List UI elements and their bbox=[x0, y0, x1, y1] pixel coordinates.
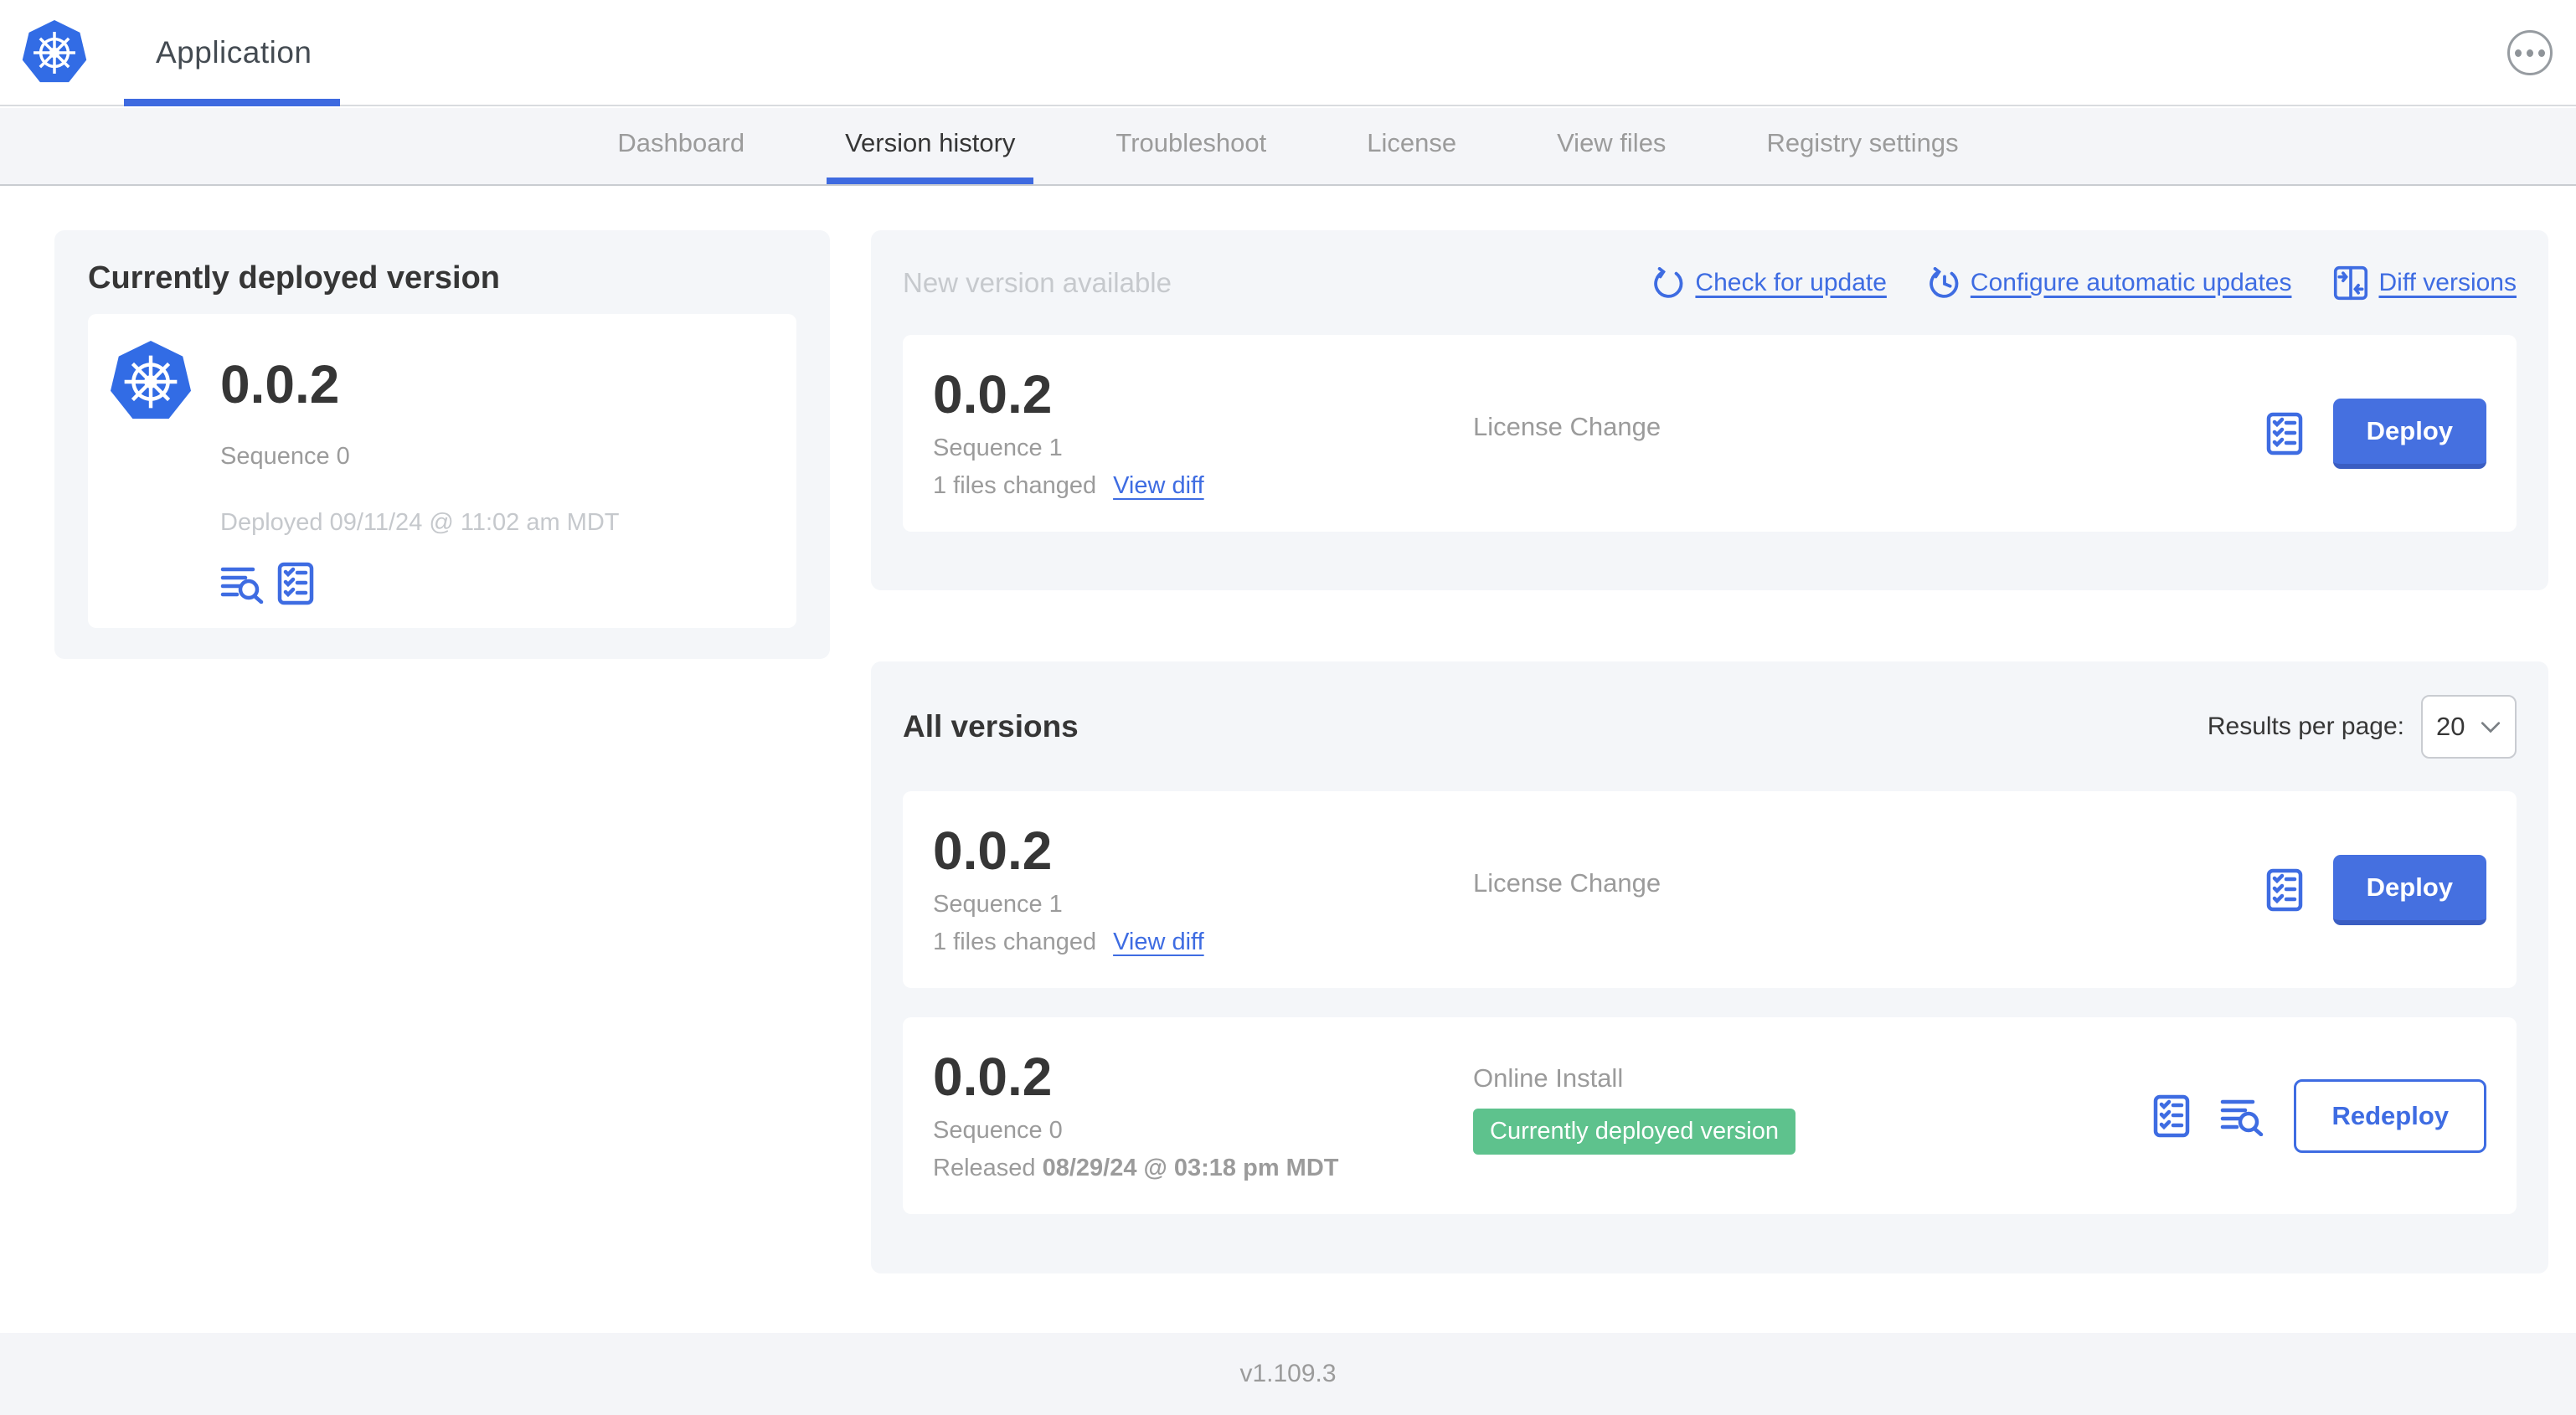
checklist-icon bbox=[2153, 1094, 2190, 1138]
new-version-panel: New version available Check for update C… bbox=[871, 230, 2548, 590]
preflight-checks-button[interactable] bbox=[277, 562, 314, 605]
version-number: 0.0.2 bbox=[933, 363, 1053, 424]
check-for-update-link[interactable]: Check for update bbox=[1653, 266, 1887, 299]
results-per-page-select[interactable]: 20 bbox=[2421, 694, 2517, 759]
new-version-card: 0.0.2 Sequence 1 1 files changed View di… bbox=[903, 335, 2517, 532]
files-changed-label: 1 files changed bbox=[933, 471, 1097, 499]
chevron-down-icon bbox=[2480, 719, 2501, 734]
tab-dashboard[interactable]: Dashboard bbox=[599, 108, 763, 184]
files-changed-label: 1 files changed bbox=[933, 928, 1097, 955]
tab-view-files[interactable]: View files bbox=[1538, 108, 1684, 184]
ellipsis-icon bbox=[2515, 49, 2522, 57]
version-sequence: Sequence 0 bbox=[933, 1116, 1063, 1144]
currently-deployed-badge: Currently deployed version bbox=[1473, 1109, 1795, 1155]
currently-deployed-card: 0.0.2 Sequence 0 Deployed 09/11/24 @ 11:… bbox=[88, 314, 796, 628]
refresh-icon bbox=[1653, 266, 1685, 299]
version-number: 0.0.2 bbox=[933, 1046, 1053, 1107]
tab-license[interactable]: License bbox=[1348, 108, 1475, 184]
deploy-button[interactable]: Deploy bbox=[2332, 854, 2486, 925]
deployed-version-number: 0.0.2 bbox=[220, 354, 340, 414]
checklist-icon bbox=[277, 562, 314, 605]
new-version-title: New version available bbox=[903, 266, 1172, 298]
app-active-underline bbox=[124, 99, 340, 106]
version-row: 0.0.2 Sequence 0 Released 08/29/24 @ 03:… bbox=[903, 1017, 2517, 1214]
app-title: Application bbox=[156, 34, 312, 69]
currently-deployed-title: Currently deployed version bbox=[88, 260, 501, 296]
diff-icon bbox=[2333, 265, 2368, 301]
preflight-checks-button[interactable] bbox=[2266, 412, 2303, 455]
deployed-sequence: Sequence 0 bbox=[220, 443, 350, 470]
diff-versions-link[interactable]: Diff versions bbox=[2333, 265, 2517, 301]
version-number: 0.0.2 bbox=[933, 820, 1053, 881]
kubernetes-logo-icon bbox=[22, 18, 87, 87]
preflight-checks-button[interactable] bbox=[2153, 1094, 2190, 1138]
view-logs-button[interactable] bbox=[2220, 1096, 2264, 1136]
clock-refresh-icon bbox=[1929, 266, 1960, 299]
tab-version-history[interactable]: Version history bbox=[827, 108, 1034, 184]
version-source-label: Online Install bbox=[1473, 1063, 1624, 1093]
version-released-timestamp: Released 08/29/24 @ 03:18 pm MDT bbox=[933, 1154, 1339, 1181]
app-nav-tabs: Dashboard Version history Troubleshoot L… bbox=[0, 108, 2576, 186]
all-versions-title: All versions bbox=[903, 708, 1079, 744]
view-diff-link[interactable]: View diff bbox=[1113, 929, 1204, 956]
version-row: 0.0.2 Sequence 1 1 files changed View di… bbox=[903, 791, 2517, 988]
results-per-page-label: Results per page: bbox=[2207, 712, 2404, 740]
version-source-label: License Change bbox=[1473, 867, 1662, 898]
logs-icon bbox=[220, 563, 264, 604]
deploy-button[interactable]: Deploy bbox=[2332, 398, 2486, 469]
tab-registry-settings[interactable]: Registry settings bbox=[1748, 108, 1976, 184]
all-versions-panel: All versions Results per page: 20 0.0.2 … bbox=[871, 661, 2548, 1274]
view-diff-link[interactable]: View diff bbox=[1113, 472, 1204, 500]
configure-automatic-updates-link[interactable]: Configure automatic updates bbox=[1929, 266, 2291, 299]
kubernetes-app-icon bbox=[110, 339, 192, 424]
preflight-checks-button[interactable] bbox=[2266, 868, 2303, 912]
version-sequence: Sequence 1 bbox=[933, 890, 1063, 918]
deployed-timestamp: Deployed 09/11/24 @ 11:02 am MDT bbox=[220, 509, 620, 536]
more-options-button[interactable] bbox=[2507, 30, 2553, 75]
app-header: Application bbox=[0, 0, 2576, 106]
logs-icon bbox=[2220, 1096, 2264, 1136]
checklist-icon bbox=[2266, 412, 2303, 455]
currently-deployed-panel: Currently deployed version 0.0.2 Sequenc… bbox=[54, 230, 830, 659]
view-logs-button[interactable] bbox=[220, 563, 264, 604]
tab-troubleshoot[interactable]: Troubleshoot bbox=[1097, 108, 1285, 184]
version-source-label: License Change bbox=[1473, 411, 1662, 441]
redeploy-button[interactable]: Redeploy bbox=[2294, 1078, 2486, 1153]
console-version: v1.109.3 bbox=[1239, 1360, 1337, 1387]
version-sequence: Sequence 1 bbox=[933, 434, 1063, 461]
checklist-icon bbox=[2266, 868, 2303, 912]
app-footer: v1.109.3 bbox=[0, 1333, 2576, 1415]
